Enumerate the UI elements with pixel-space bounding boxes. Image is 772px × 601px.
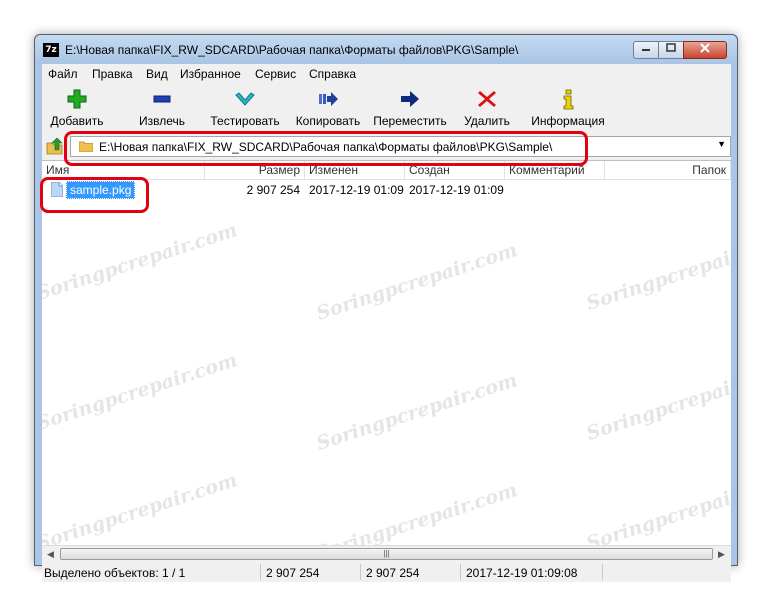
menu-view[interactable]: Вид [146, 67, 168, 81]
close-icon [700, 43, 710, 53]
column-comment[interactable]: Комментарий [505, 161, 605, 179]
copy-button[interactable]: Копировать [292, 88, 364, 130]
delete-label: Удалить [464, 114, 510, 128]
horizontal-scrollbar[interactable]: ◀ ||| ▶ [42, 545, 731, 563]
menu-file[interactable]: Файл [48, 67, 78, 81]
scrollbar-thumb[interactable]: ||| [60, 548, 713, 560]
test-label: Тестировать [210, 114, 280, 128]
table-row[interactable]: sample.pkg 2 907 254 2017-12-19 01:09 20… [42, 180, 731, 200]
file-icon [51, 182, 63, 197]
watermark-text: Soringpcrepair.com [583, 469, 731, 546]
main-window: 7z E:\Новая папка\FIX_RW_SDCARD\Рабочая … [34, 34, 738, 582]
status-selected: Выделено объектов: 1 / 1 [44, 566, 186, 580]
column-name[interactable]: Имя [42, 161, 205, 179]
status-datetime: 2017-12-19 01:09:08 [466, 566, 578, 580]
minus-icon [153, 95, 171, 103]
menu-edit[interactable]: Правка [92, 67, 133, 81]
arrow-right-icon [401, 91, 419, 107]
address-input[interactable]: E:\Новая папка\FIX_RW_SDCARD\Рабочая пап… [70, 136, 731, 157]
up-folder-icon[interactable] [46, 137, 64, 155]
file-created: 2017-12-19 01:09 [409, 183, 504, 197]
status-divider [602, 564, 603, 580]
watermark-text: Soringpcrepair.com [313, 479, 520, 546]
extract-button[interactable]: Извлечь [132, 88, 192, 130]
watermark-text: Soringpcrepair.com [42, 469, 240, 546]
watermark-text: Soringpcrepair.com [583, 359, 731, 445]
status-packed-size: 2 907 254 [366, 566, 420, 580]
chevron-down-icon[interactable]: ▼ [717, 139, 726, 149]
watermark-text: Soringpcrepair.com [583, 229, 731, 315]
test-button[interactable]: Тестировать [208, 88, 282, 130]
scroll-right-icon[interactable]: ▶ [718, 549, 725, 560]
status-size: 2 907 254 [266, 566, 320, 580]
move-label: Переместить [373, 114, 447, 128]
watermark-text: Soringpcrepair.com [42, 219, 240, 305]
menu-bar: Файл Правка Вид Избранное Сервис Справка [42, 64, 731, 84]
minimize-icon [642, 49, 650, 51]
copy-arrow-icon [319, 92, 338, 106]
file-name[interactable]: sample.pkg [66, 181, 136, 199]
add-button[interactable]: Добавить [50, 88, 104, 130]
info-icon [563, 89, 574, 110]
move-button[interactable]: Переместить [372, 88, 448, 130]
client-area: Файл Правка Вид Избранное Сервис Справка… [42, 64, 731, 582]
7zip-app-icon: 7z [43, 43, 59, 57]
status-divider [260, 564, 261, 580]
maximize-icon [666, 43, 676, 52]
minimize-button[interactable] [633, 41, 659, 59]
x-icon [478, 91, 496, 107]
column-size[interactable]: Размер [205, 161, 305, 179]
file-size: 2 907 254 [246, 183, 300, 197]
watermark-text: Soringpcrepair.com [42, 349, 240, 435]
list-header: Имя Размер Изменен Создан Комментарий Па… [42, 161, 731, 180]
copy-label: Копировать [295, 114, 361, 128]
info-label: Информация [531, 114, 605, 128]
title-bar[interactable]: 7z E:\Новая папка\FIX_RW_SDCARD\Рабочая … [35, 35, 737, 65]
column-modified[interactable]: Изменен [305, 161, 405, 179]
window-title: E:\Новая папка\FIX_RW_SDCARD\Рабочая пап… [65, 43, 519, 57]
column-folders[interactable]: Папок [605, 161, 731, 179]
file-modified: 2017-12-19 01:09 [309, 183, 404, 197]
info-button[interactable]: Информация [530, 88, 606, 130]
menu-help[interactable]: Справка [309, 67, 356, 81]
scroll-left-icon[interactable]: ◀ [47, 549, 54, 560]
extract-label: Извлечь [138, 114, 185, 128]
status-bar: Выделено объектов: 1 / 1 2 907 254 2 907… [42, 562, 731, 582]
file-list: Имя Размер Изменен Создан Комментарий Па… [42, 160, 731, 546]
watermark-text: Soringpcrepair.com [313, 369, 520, 455]
address-path: E:\Новая папка\FIX_RW_SDCARD\Рабочая пап… [99, 140, 553, 154]
toolbar: Добавить Извлечь Тестировать Копировать … [42, 86, 731, 132]
watermark-text: Soringpcrepair.com [313, 239, 520, 325]
check-icon [235, 92, 255, 106]
status-divider [360, 564, 361, 580]
column-created[interactable]: Создан [405, 161, 505, 179]
menu-favorites[interactable]: Избранное [180, 67, 241, 81]
address-bar: E:\Новая папка\FIX_RW_SDCARD\Рабочая пап… [42, 134, 731, 158]
plus-icon [67, 89, 87, 109]
menu-tools[interactable]: Сервис [255, 67, 296, 81]
status-divider [460, 564, 461, 580]
close-button[interactable] [683, 41, 727, 59]
maximize-button[interactable] [658, 41, 684, 59]
folder-icon [79, 141, 93, 152]
add-label: Добавить [50, 114, 104, 128]
delete-button[interactable]: Удалить [462, 88, 512, 130]
